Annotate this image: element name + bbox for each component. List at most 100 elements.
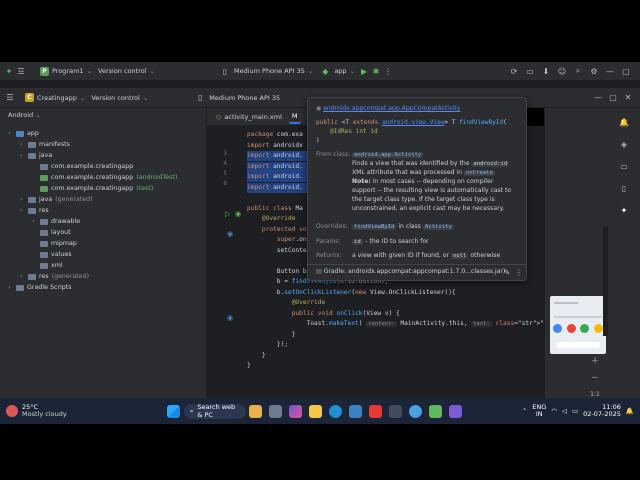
outer-project-selector[interactable]: P Program1 ⌄ [37,64,95,78]
app-icon[interactable] [553,324,562,333]
hamburger-menu-icon[interactable]: ☰ [4,92,16,104]
doc-overrides-value[interactable]: findViewById in class Activity [352,222,454,232]
more-icon[interactable]: ⋮ [382,65,394,77]
volume-icon[interactable]: ◁ [562,407,567,415]
chevron-right-icon[interactable]: › [20,196,28,203]
taskbar-search[interactable]: ⌕ Search web & PC [183,403,246,419]
folder-icon [40,229,48,236]
settings-icon[interactable]: ⚙ [588,65,600,77]
tree-item[interactable]: › res (generated) [0,271,89,282]
gradle-icon[interactable]: ◈ [618,138,630,150]
device-manager-icon[interactable]: ▭ [618,160,630,172]
copilot-icon[interactable] [289,404,303,418]
wifi-icon[interactable]: ◠ [551,407,557,415]
minimize-icon[interactable]: — [592,92,604,104]
outer-run-config-selector[interactable]: ◆ app ⌄ [316,64,358,78]
code-line: b.setOnClickListener(new View.OnClickLis… [247,288,456,296]
maximize-icon[interactable]: ▢ [607,92,619,104]
tree-item[interactable]: xml [0,260,63,271]
tree-item[interactable]: › java (generated) [0,194,93,205]
chevron-right-icon[interactable]: › [8,284,16,291]
inner-project-selector[interactable]: C Creatingapp ⌄ [22,91,88,105]
minimize-icon[interactable]: — [604,65,616,77]
gemini-icon[interactable]: ✦ [618,204,630,216]
file-explorer-icon[interactable] [309,404,323,418]
youtube-icon[interactable] [369,404,383,418]
inner-device-selector[interactable]: ▯ Medium Phone API 35 [191,91,283,105]
tree-item[interactable]: values [0,249,71,260]
tree-item[interactable]: › drawable [0,216,80,227]
edge-icon[interactable] [329,404,343,418]
chevron-right-icon[interactable]: › [20,152,28,159]
language-indicator[interactable]: ENG IN [532,404,546,418]
tree-item[interactable]: › manifests [0,139,70,150]
inner-vcs-selector[interactable]: Version control ⌄ [88,91,151,105]
override-gutter-icon[interactable]: ◉ [227,314,233,322]
app-icon[interactable] [593,324,603,333]
code-line: import android. [247,161,307,172]
tree-item[interactable]: mipmap [0,238,77,249]
notification-bell-icon[interactable]: 🔔 [626,407,634,415]
tree-item[interactable]: com.example.creatingapp (test) [0,183,153,194]
zoom-out-icon[interactable]: － [589,371,601,383]
window-gap [0,80,640,88]
project-view-selector[interactable]: Android ⌄ [8,111,41,119]
doc-signature-line-3: ) [316,137,320,144]
app-icon[interactable] [580,324,590,333]
tree-item[interactable]: layout [0,227,71,238]
profile-icon[interactable]: ☺ [556,65,568,77]
chevron-right-icon[interactable]: › [20,141,28,148]
chevron-right-icon[interactable]: › [20,273,28,280]
clock[interactable]: 11:06 02-07-2025 [583,404,621,418]
tab-main-activity[interactable]: M [288,110,301,124]
windows-start-icon[interactable] [167,404,181,418]
debug-icon[interactable]: ✱ [370,65,382,77]
emulator-screen[interactable] [550,296,606,354]
app-icon[interactable] [566,324,576,333]
close-icon[interactable]: ✕ [622,92,634,104]
task-view-icon[interactable] [269,404,283,418]
chrome-icon[interactable] [409,404,423,418]
widgets-icon[interactable] [249,404,263,418]
zoom-in-icon[interactable]: ＋ [589,354,601,366]
store-icon[interactable] [349,404,363,418]
chevron-right-icon[interactable]: › [32,218,40,225]
battery-icon[interactable]: ▭ [572,407,578,415]
more-icon[interactable]: ⋮ [513,266,525,278]
tree-item[interactable]: › app [0,128,39,139]
run-gutter-icon[interactable]: ▷ [225,210,230,218]
code-line: }); [247,341,288,348]
run-icon[interactable]: ▶ [358,65,370,77]
edit-icon[interactable]: ✎ [501,266,513,278]
override-gutter-icon[interactable]: ◉ [235,210,241,218]
tab-activity-main-xml[interactable]: ◇ activity_main.xml [213,110,285,124]
tab-label: M [291,111,298,120]
tree-item[interactable]: › res [0,205,49,216]
weather-widget[interactable]: 25°C Mostly cloudy [6,404,67,418]
tree-item[interactable]: com.example.creatingapp (androidTest) [0,172,177,183]
hamburger-menu-icon[interactable]: ☰ [15,65,27,77]
device-manager-icon[interactable]: ▭ [524,65,536,77]
android-studio-taskbar-icon[interactable] [429,404,443,418]
search-icon[interactable]: ⌕ [572,65,584,77]
running-devices-icon[interactable]: ▯ [618,182,630,194]
folder-icon [16,284,24,291]
outer-vcs-selector[interactable]: Version control ⌄ [95,64,158,78]
tree-item[interactable]: com.example.creatingapp [0,161,133,172]
app-taskbar-icon[interactable] [449,404,463,418]
emulator-search-bar[interactable] [556,342,600,348]
chevron-right-icon[interactable]: › [20,207,28,214]
notifications-icon[interactable]: 🔔 [618,116,630,128]
tree-item-label: values [51,251,72,258]
sdk-manager-icon[interactable]: ⬇ [540,65,552,77]
chevron-right-icon[interactable]: › [8,130,16,137]
maximize-icon[interactable]: ▢ [620,65,632,77]
tree-item[interactable]: › java [0,150,52,161]
override-gutter-icon[interactable]: ◉ [227,230,233,238]
outer-device-selector[interactable]: ▯ Medium Phone API 35 ⌄ [216,64,316,78]
tree-item[interactable]: › Gradle Scripts [0,282,72,293]
terminal-icon[interactable] [389,404,403,418]
sync-icon[interactable]: ⟳ [508,65,520,77]
tray-chevron-icon[interactable]: ⌃ [522,407,527,415]
doc-class-link[interactable]: ◉ androidx.appcompat.app.AppCompatActivi… [316,104,460,113]
